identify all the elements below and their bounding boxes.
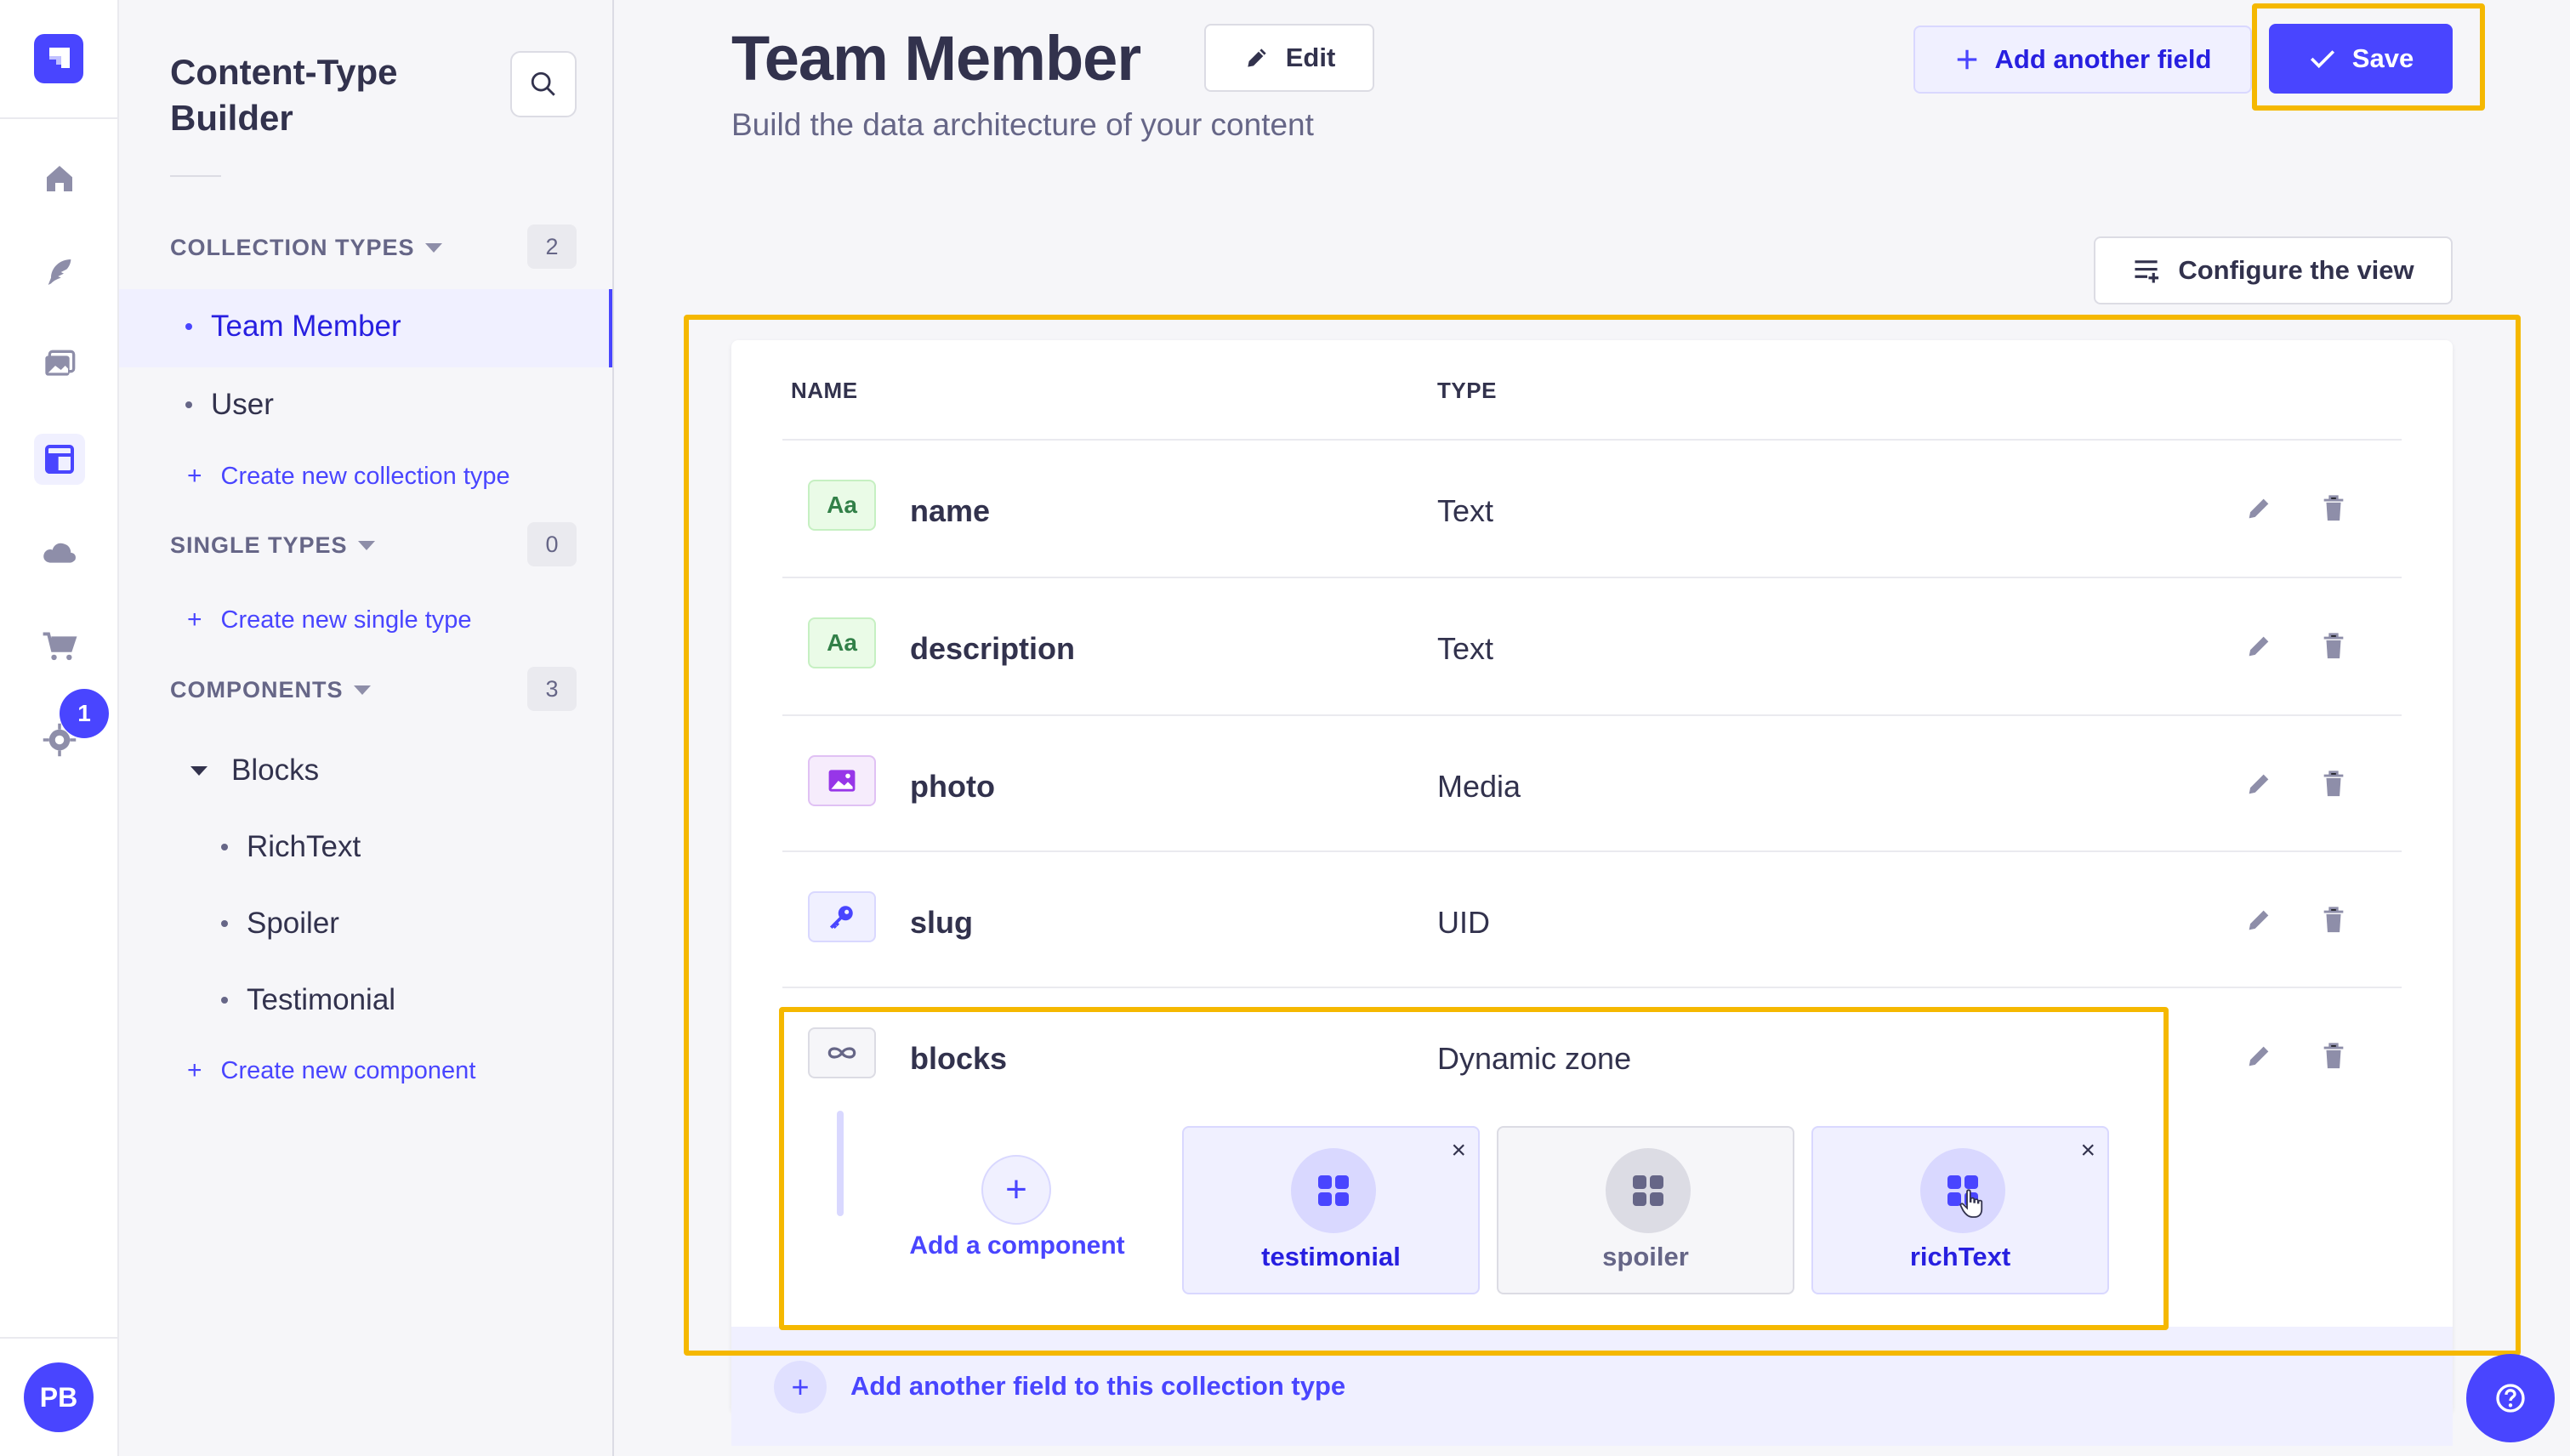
caret-down-icon [357,541,375,550]
question-icon [2496,1384,2525,1413]
save-highlight-box [2252,3,2485,111]
group-label: Blocks [231,754,320,787]
collection-types-toggle[interactable]: COLLECTION TYPES [170,235,442,261]
rail-divider [0,117,119,119]
nav-item-label: User [211,388,274,421]
search-icon [531,71,555,96]
section-label: COLLECTION TYPES [170,235,415,260]
caret-down-icon [424,243,442,253]
bullet-icon [221,997,228,1004]
component-group-blocks[interactable]: Blocks [190,754,319,788]
create-collection-type-link[interactable]: + Create new collection type [187,462,510,491]
single-types-toggle[interactable]: SINGLE TYPES [170,532,375,559]
collection-types-count: 2 [527,225,577,269]
main-nav-rail: 1 PB [0,0,119,1456]
edit-button[interactable]: Edit [1204,24,1374,92]
single-types-count: 0 [527,522,577,566]
bullet-icon [221,920,228,927]
help-button[interactable] [2466,1354,2555,1442]
subnav-title: Content-Type Builder [170,52,398,138]
content-type-subnav: Content-Type Builder COLLECTION TYPES 2 … [119,0,614,1456]
layout-icon[interactable] [34,434,85,485]
bullet-icon [185,401,192,408]
nav-item-spoiler[interactable]: Spoiler [221,907,339,941]
section-label: SINGLE TYPES [170,532,348,558]
home-icon[interactable] [34,153,85,204]
components-count: 3 [527,667,577,711]
configure-view-button[interactable]: Configure the view [2094,236,2453,304]
nav-item-label: Team Member [211,310,401,343]
caret-down-icon [190,765,208,776]
section-label: COMPONENTS [170,677,344,702]
subnav-search-button[interactable] [510,51,577,117]
add-another-field-button[interactable]: Add another field [1913,26,2252,94]
plus-icon: + [187,606,202,634]
subnav-divider [170,175,221,177]
page-title: Team Member [731,23,1141,94]
nav-item-testimonial[interactable]: Testimonial [221,983,395,1017]
create-component-link[interactable]: + Create new component [187,1056,475,1085]
page-subtitle: Build the data architecture of your cont… [731,107,1314,142]
bullet-icon [185,323,192,330]
pencil-icon [1248,48,1266,67]
dynamic-zone-highlight-box [779,1007,2169,1330]
notification-badge: 1 [60,689,109,738]
components-toggle[interactable]: COMPONENTS [170,677,371,703]
nav-item-richtext[interactable]: RichText [221,830,361,864]
media-library-icon[interactable] [34,340,85,391]
cloud-icon[interactable] [34,527,85,578]
plus-icon: + [187,462,202,490]
bullet-icon [221,844,228,850]
caret-down-icon [353,685,371,695]
feather-icon[interactable] [34,247,85,298]
user-avatar[interactable]: PB [24,1362,94,1432]
nav-item-user[interactable]: User [185,388,274,422]
strapi-logo[interactable] [34,34,83,83]
add-field-to-collection-link[interactable]: Add another field to this collection typ… [850,1371,1345,1402]
cart-icon[interactable] [34,621,85,672]
plus-icon [1957,49,1976,70]
nav-item-team-member[interactable]: Team Member [185,310,401,344]
list-settings-icon [2135,260,2159,283]
plus-icon[interactable]: + [774,1361,827,1413]
rail-divider-bottom [0,1337,119,1339]
logo-icon [49,48,70,68]
create-single-type-link[interactable]: + Create new single type [187,606,472,634]
plus-icon: + [187,1056,202,1084]
